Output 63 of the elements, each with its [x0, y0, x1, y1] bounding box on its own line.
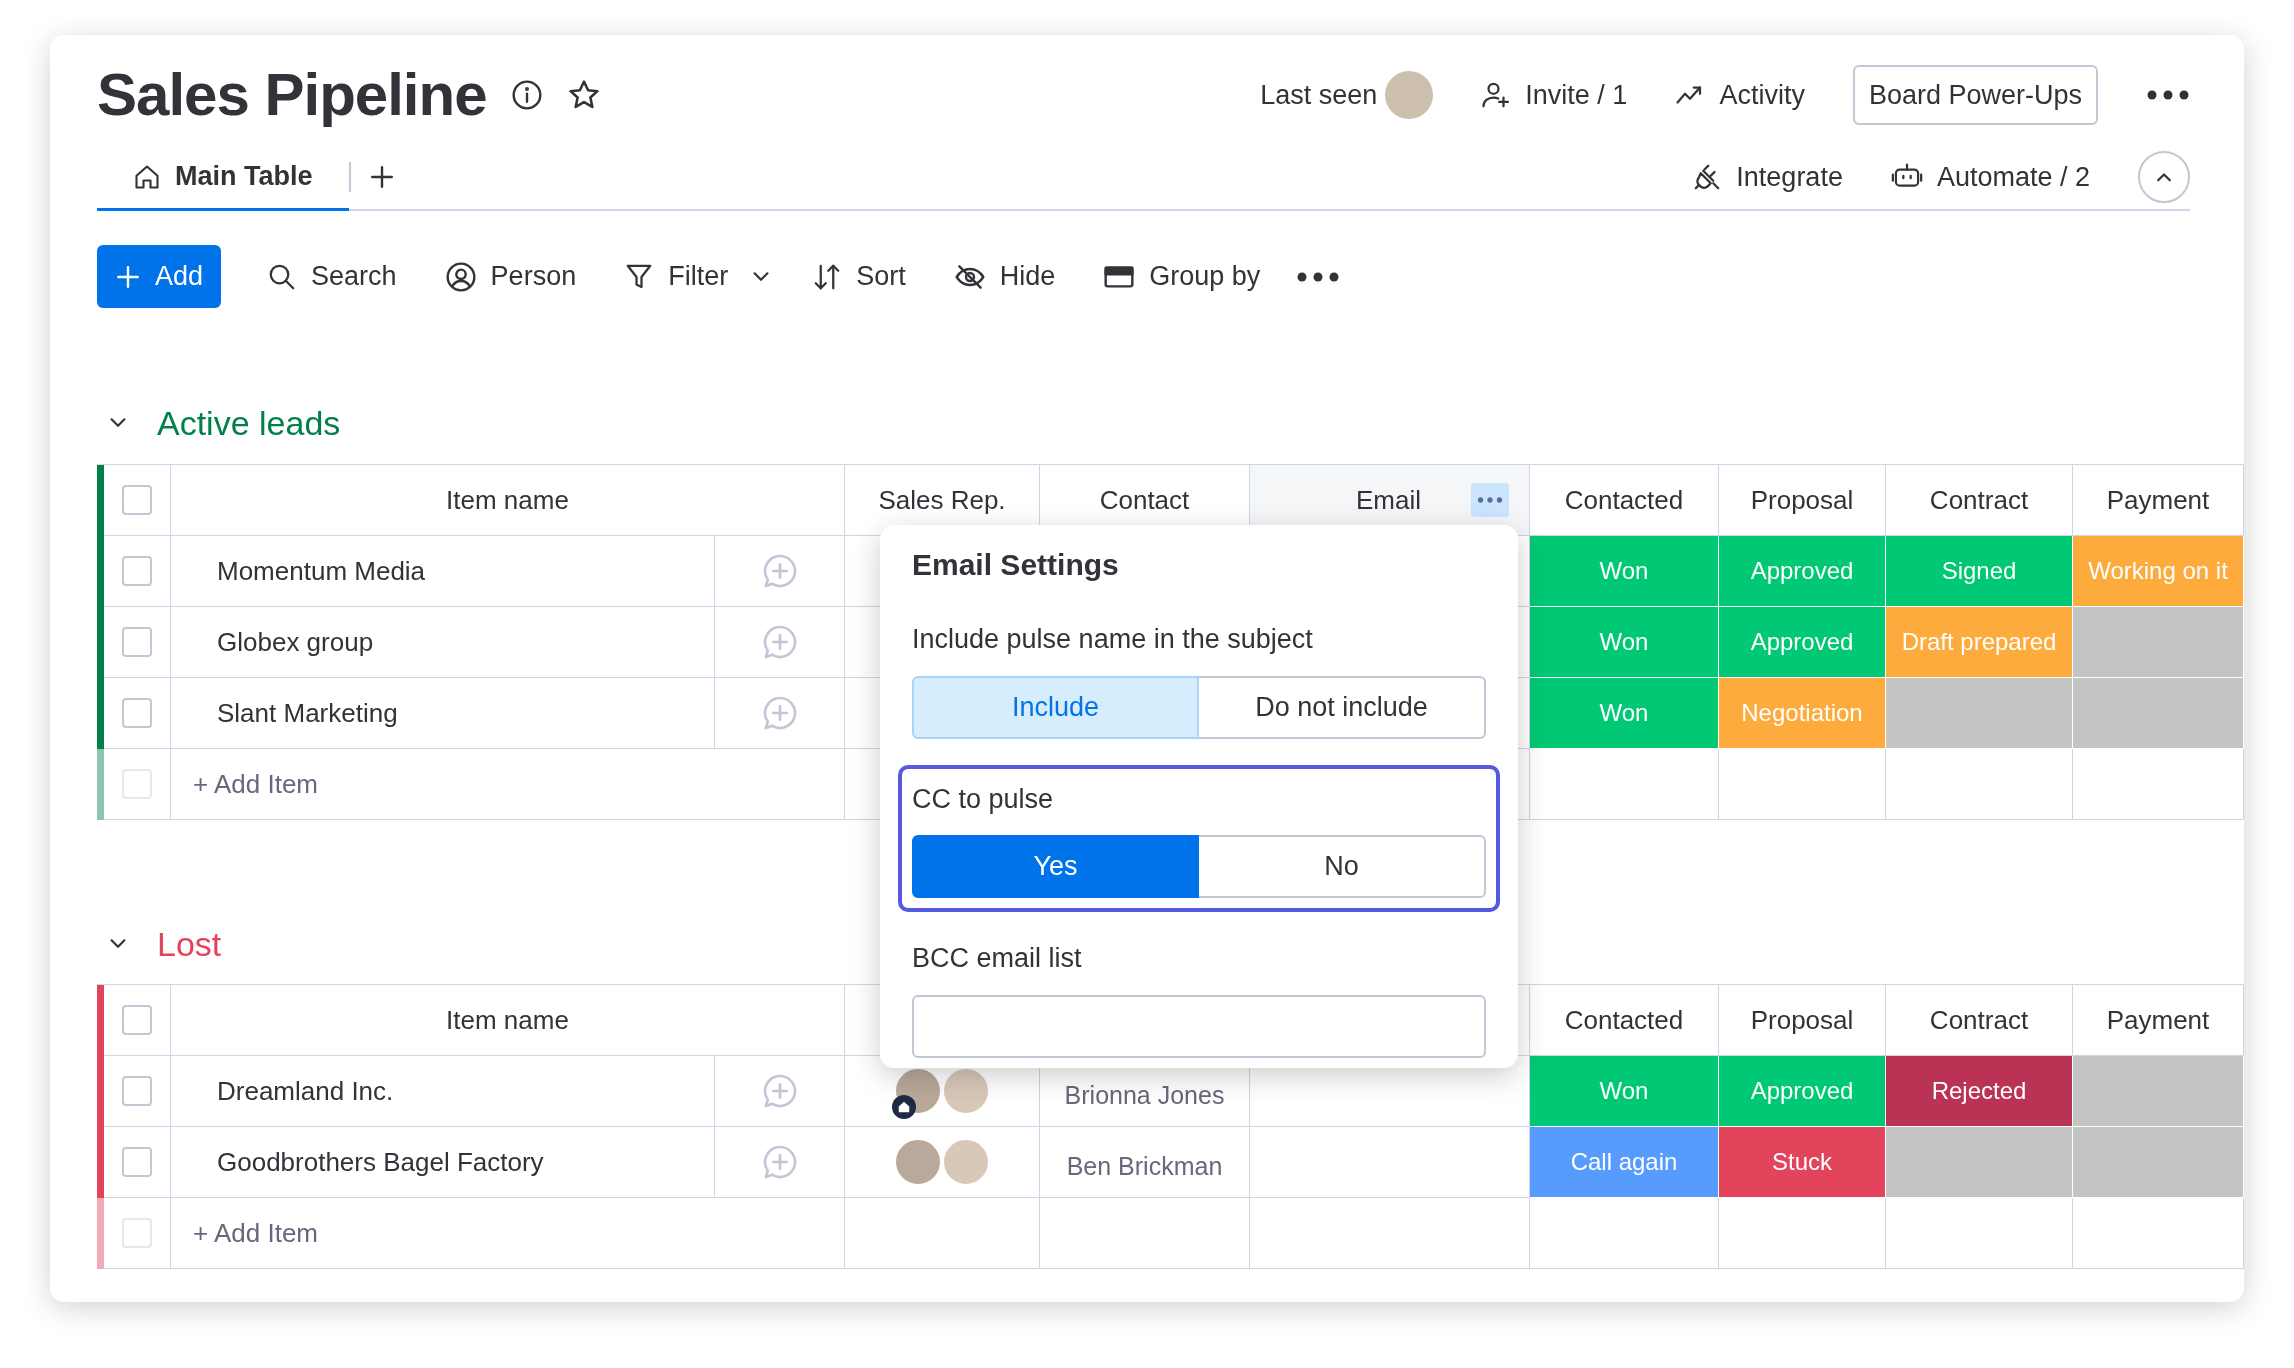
person-button[interactable]: Person: [444, 256, 577, 297]
info-icon[interactable]: [510, 79, 543, 111]
status-cell[interactable]: [2073, 607, 2244, 678]
column-header: Email: [1356, 483, 1421, 517]
row-checkbox[interactable]: [122, 1147, 152, 1177]
add-item-button[interactable]: + Add Item: [171, 1198, 845, 1269]
field-label: BCC email list: [912, 942, 1083, 975]
toggle-option[interactable]: Do not include: [1199, 675, 1486, 739]
row-checkbox[interactable]: [122, 698, 152, 728]
input-field[interactable]: [912, 994, 1486, 1058]
hide-button[interactable]: Hide: [953, 256, 1056, 297]
power-ups-button[interactable]: Board Power-Ups: [1852, 64, 2098, 126]
status-cell[interactable]: [1886, 678, 2073, 749]
column-menu-button[interactable]: [1471, 483, 1509, 517]
more-icon: [1477, 494, 1503, 506]
activity-button[interactable]: Activity: [1675, 74, 1805, 116]
item-name[interactable]: Slant Marketing: [171, 678, 715, 749]
toggle-option[interactable]: No: [1199, 835, 1486, 898]
board-title: Sales Pipeline: [97, 63, 487, 127]
contact-name: Ben Brickman: [1040, 1127, 1250, 1198]
view-tab[interactable]: Main Table: [97, 145, 349, 211]
person-icon: [444, 260, 477, 293]
plus-icon: [115, 263, 141, 290]
add-view-icon[interactable]: [368, 164, 395, 190]
person-add-icon: [1481, 80, 1512, 110]
item-name[interactable]: Dreamland Inc.: [171, 1056, 715, 1127]
row-checkbox[interactable]: [122, 1076, 152, 1106]
more-icon[interactable]: [1296, 270, 1341, 283]
status-cell[interactable]: [2073, 1127, 2244, 1198]
row-checkbox[interactable]: [122, 485, 152, 515]
row-checkbox[interactable]: [122, 627, 152, 657]
status-cell[interactable]: [2073, 678, 2244, 749]
group-title[interactable]: Lost: [157, 918, 222, 970]
home-icon: [897, 1100, 911, 1114]
item-name[interactable]: Momentum Media: [171, 536, 715, 607]
search-button[interactable]: Search: [267, 256, 397, 297]
popup-title: Email Settings: [911, 547, 1120, 583]
last-seen-label: Last seen: [1260, 78, 1378, 112]
invite-button[interactable]: Invite / 1: [1481, 74, 1628, 116]
field-label: CC to pulse: [912, 782, 1055, 816]
collapse-button[interactable]: [2138, 151, 2190, 203]
integrate-button[interactable]: Integrate: [1692, 156, 1843, 198]
automate-button[interactable]: Automate / 2: [1890, 156, 2090, 198]
row-checkbox[interactable]: [122, 1005, 152, 1035]
status-cell[interactable]: [2073, 1056, 2244, 1127]
status-cell[interactable]: Stuck: [1719, 1127, 1886, 1198]
field-label: Include pulse name in the subject: [912, 623, 1314, 656]
column-header: Item name: [171, 985, 845, 1056]
add-button[interactable]: Add: [97, 245, 222, 308]
toggle-option[interactable]: Include: [912, 675, 1199, 739]
add-item-button[interactable]: + Add Item: [171, 749, 845, 820]
status-cell[interactable]: Rejected: [1886, 1056, 2073, 1127]
filter-button[interactable]: Filter: [624, 256, 729, 297]
more-icon[interactable]: [2146, 89, 2190, 101]
group-title[interactable]: Active leads: [157, 397, 341, 449]
sort-button[interactable]: Sort: [812, 256, 906, 297]
item-name[interactable]: Globex group: [171, 607, 715, 678]
toggle-option[interactable]: Yes: [912, 835, 1199, 898]
status-cell[interactable]: [1886, 1127, 2073, 1198]
group-by-button[interactable]: Group by: [1103, 256, 1261, 297]
item-name[interactable]: Goodbrothers Bagel Factory: [171, 1127, 715, 1198]
row-checkbox[interactable]: [122, 556, 152, 586]
column-header: Item name: [171, 465, 845, 536]
